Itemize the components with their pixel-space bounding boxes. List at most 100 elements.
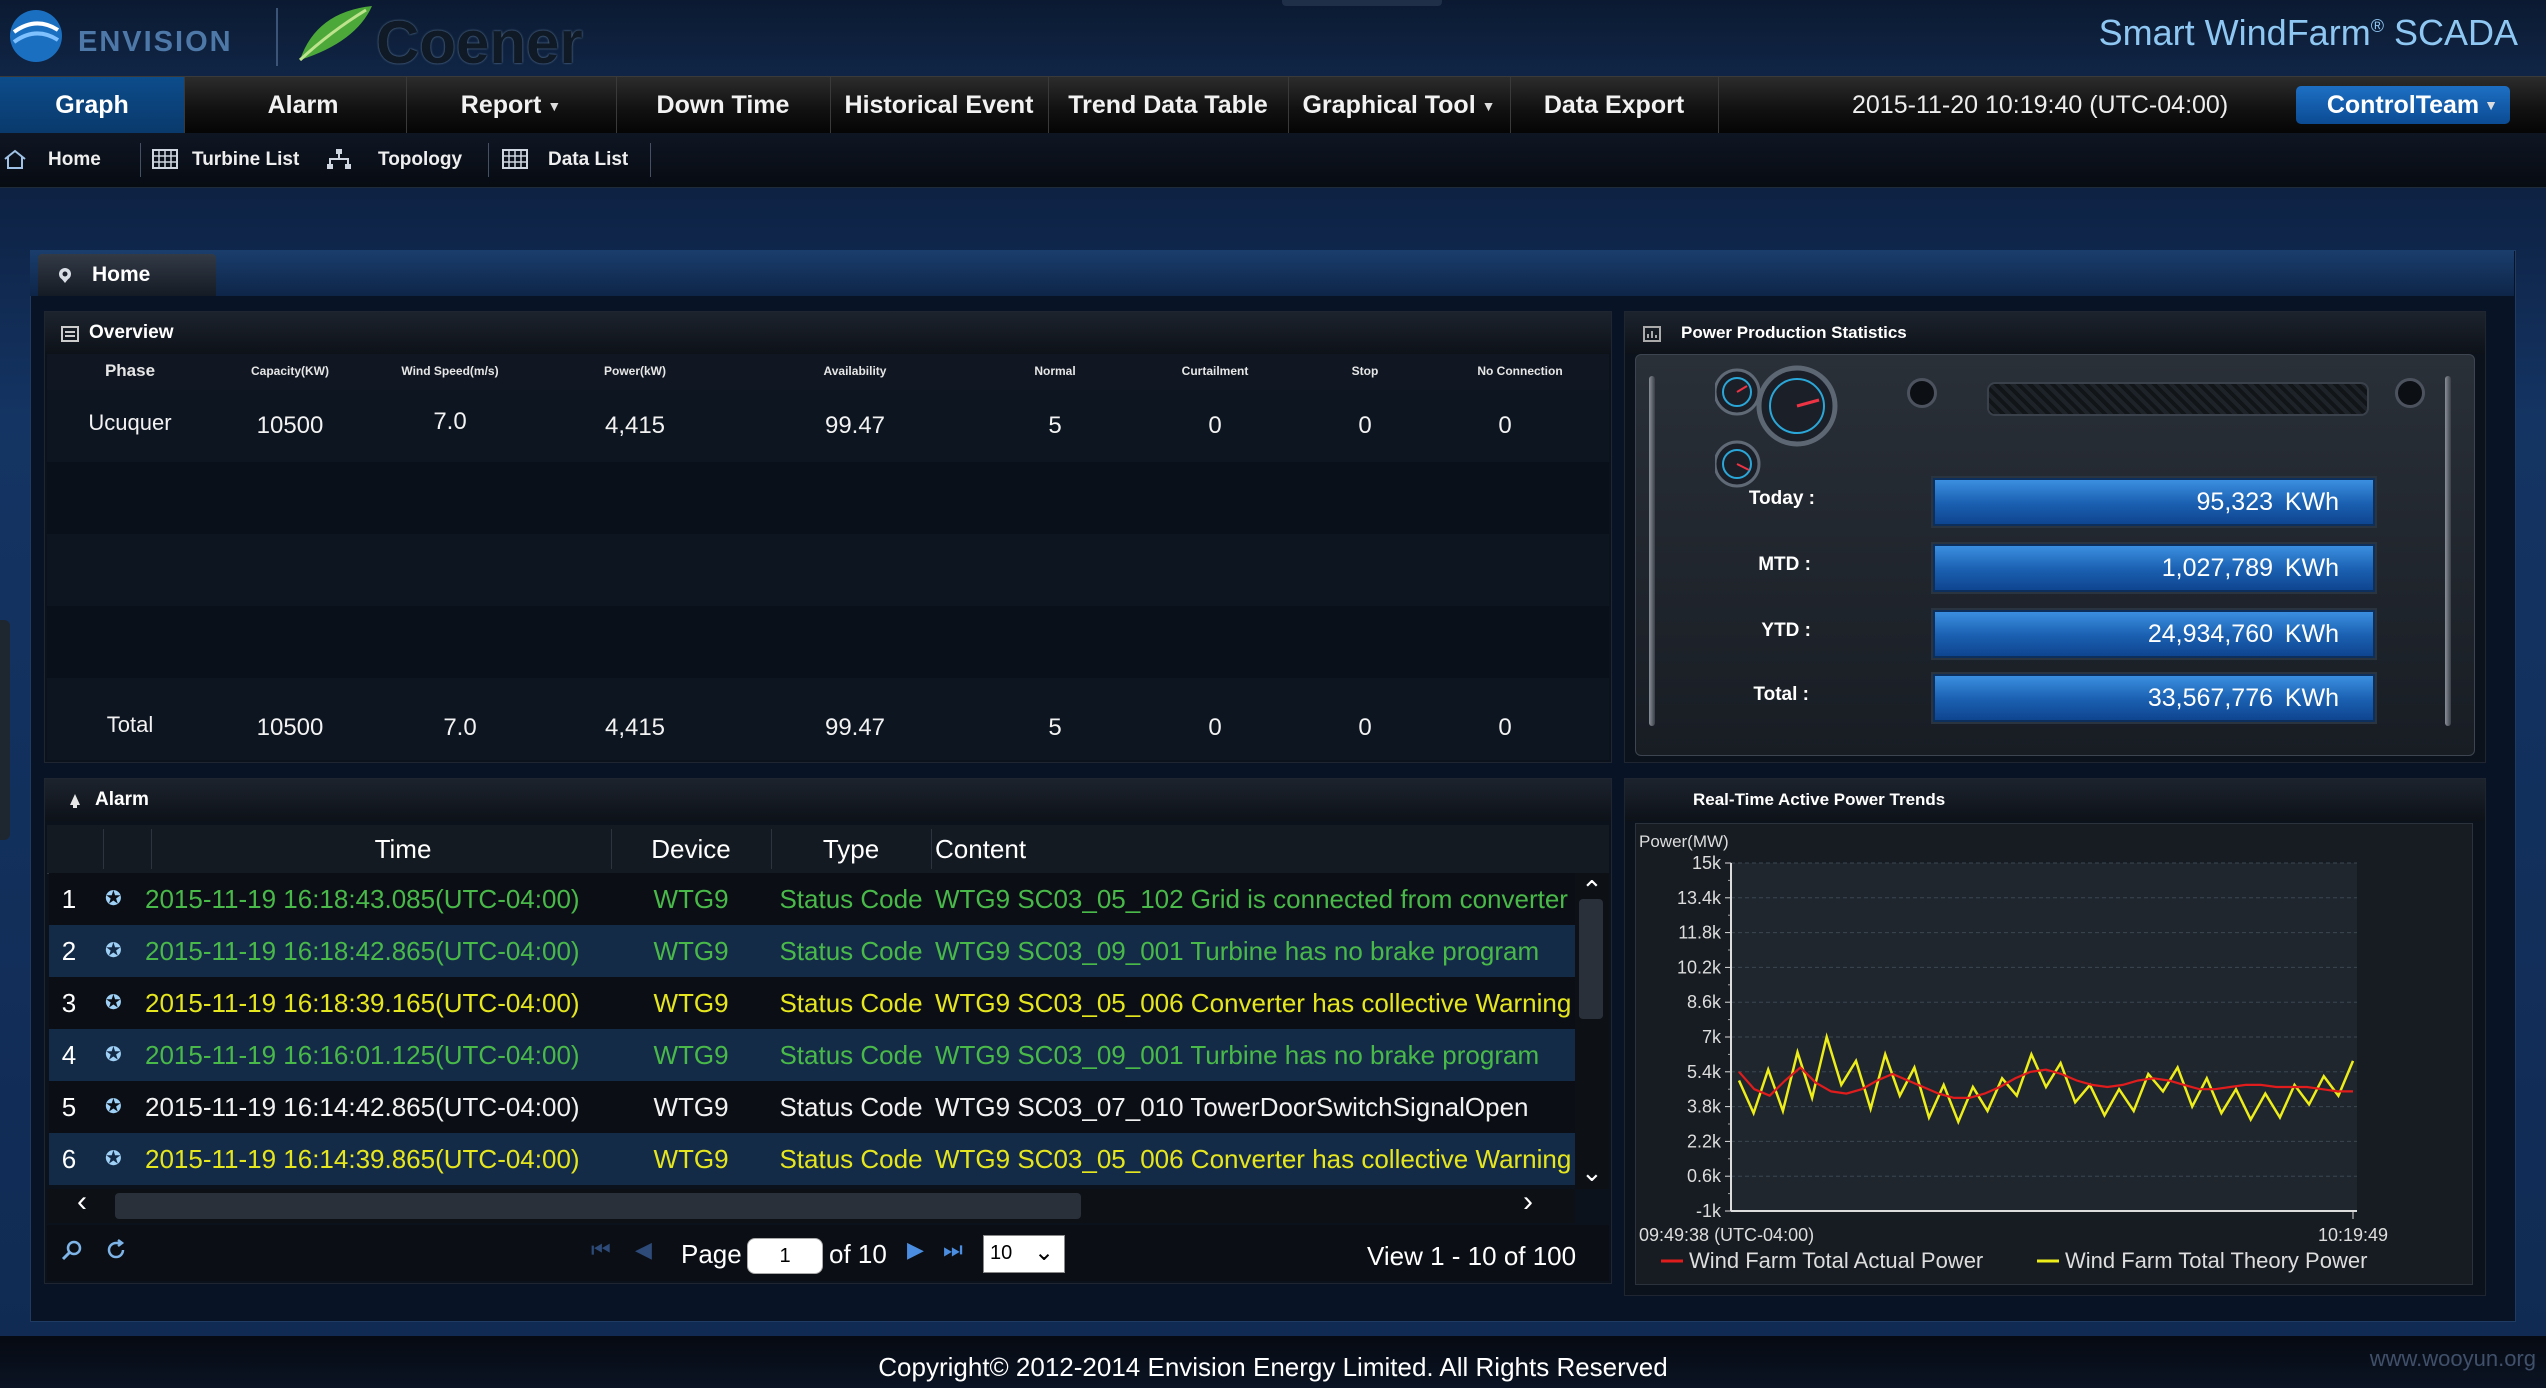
trend-chart: 15k 13.4k 11.8k 10.2k 8.6k 7k 5.4k 3.8k 2.2k 0.6k… xyxy=(1639,832,2388,1273)
subnav-turbine-list[interactable]: Turbine List xyxy=(192,133,299,187)
menu-graph[interactable]: Graph xyxy=(0,77,185,133)
subnav-home[interactable]: Home xyxy=(48,133,101,187)
alarm-device: WTG9 xyxy=(653,1040,729,1070)
alarm-status-icon: ✪ xyxy=(105,992,122,1014)
grid-icon xyxy=(152,149,178,169)
chevron-down-icon: ▼ xyxy=(2484,97,2498,113)
total-curtailment: 0 xyxy=(1208,714,1222,741)
today-bar: 95,323 KWh xyxy=(1933,478,2375,526)
y-tick-label: 5.4k xyxy=(1687,1062,1722,1082)
subnav-data-list[interactable]: Data List xyxy=(548,133,628,187)
main-menu: Graph Alarm Report ▼ Down Time Historical… xyxy=(0,76,2546,134)
scroll-down-icon[interactable]: ⌃ xyxy=(1581,1155,1603,1186)
table-icon xyxy=(502,149,528,169)
no-connection-value: 0 xyxy=(1498,412,1512,439)
alarm-device: WTG9 xyxy=(653,988,729,1018)
alarm-content: WTG9 SC03_09_001 Turbine has no brake pr… xyxy=(935,1040,1540,1070)
search-icon[interactable] xyxy=(61,1239,83,1261)
alarm-device: WTG9 xyxy=(653,936,729,966)
today-label: Today : xyxy=(1748,488,1815,509)
menu-trend-data-table[interactable]: Trend Data Table xyxy=(1048,77,1289,133)
side-panel-handle[interactable] xyxy=(0,620,10,840)
alarm-status-icon: ✪ xyxy=(105,1148,122,1170)
alarm-row[interactable]: ✪ 4 2015-11-19 16:16:01.125(UTC-04:00) WTG9… xyxy=(49,1029,1575,1081)
y-tick-label: 0.6k xyxy=(1687,1166,1722,1186)
copyright: Copyright© 2012-2014 Envision Energy Lim… xyxy=(878,1352,1668,1382)
y-tick-label: 7k xyxy=(1702,1027,1722,1047)
normal-value: 5 xyxy=(1048,412,1062,439)
menu-data-export[interactable]: Data Export xyxy=(1510,77,1719,133)
hscroll-thumb[interactable] xyxy=(115,1193,1081,1219)
page-size-select[interactable]: 10 ⌄ xyxy=(983,1235,1065,1273)
alarm-time: 2015-11-19 16:18:43.085(UTC-04:00) xyxy=(145,884,580,914)
power-production-title: Power Production Statistics xyxy=(1681,323,1907,342)
pin-icon xyxy=(59,268,71,283)
y-tick-label: 10.2k xyxy=(1677,957,1722,977)
total-unit: KWh xyxy=(2284,684,2339,712)
scroll-left-icon[interactable]: ‹ xyxy=(77,1185,87,1219)
x-end-label: 10:19:49 xyxy=(2318,1225,2388,1245)
total-bar: 33,567,776 KWh xyxy=(1933,674,2375,722)
page-size-value: 10 xyxy=(990,1242,1013,1264)
refresh-icon[interactable] xyxy=(105,1239,127,1261)
total-availability: 99.47 xyxy=(824,714,886,741)
menu-historical-event[interactable]: Historical Event xyxy=(830,77,1049,133)
x-start-label: 09:49:38 (UTC-04:00) xyxy=(1639,1225,1814,1245)
menu-down-time[interactable]: Down Time xyxy=(616,77,831,133)
total-no-connection: 0 xyxy=(1498,714,1512,741)
alarm-status-icon: ✪ xyxy=(105,1096,122,1118)
alarm-row[interactable]: ✪ 2 2015-11-19 16:18:42.865(UTC-04:00) WTG9… xyxy=(49,925,1575,977)
user-menu-button[interactable]: ControlTeam ▼ xyxy=(2296,86,2510,124)
scrollbar-thumb[interactable] xyxy=(1579,899,1603,1019)
total-wind-speed: 7.0 xyxy=(443,714,477,741)
chart-icon xyxy=(1643,326,1661,342)
alarm-time: 2015-11-19 16:14:39.865(UTC-04:00) xyxy=(145,1144,580,1174)
last-page-icon[interactable]: ⏭ xyxy=(943,1237,963,1263)
menu-graphical-tool[interactable]: Graphical Tool ▼ xyxy=(1288,77,1511,133)
scroll-up-icon[interactable]: ⌃ xyxy=(1581,875,1603,906)
next-page-icon[interactable]: ▶ xyxy=(907,1237,924,1263)
y-tick-label: 15k xyxy=(1692,853,1722,873)
total-normal: 5 xyxy=(1048,714,1062,741)
y-tick-label: 11.8k xyxy=(1678,923,1722,943)
bell-icon xyxy=(70,794,80,808)
list-icon xyxy=(61,326,79,342)
chevron-down-icon: ▼ xyxy=(1481,98,1496,115)
menu-alarm[interactable]: Alarm xyxy=(200,77,407,133)
y-tick-label: 3.8k xyxy=(1687,1097,1722,1117)
page-number-input[interactable] xyxy=(747,1238,823,1274)
phase-name: Ucuquer xyxy=(88,410,172,435)
col-content[interactable]: Content xyxy=(935,827,1335,871)
col-time[interactable]: Time xyxy=(151,827,655,871)
prev-page-icon[interactable]: ◀ xyxy=(635,1237,652,1263)
page-count: of 10 xyxy=(829,1239,887,1269)
mtd-value: 1,027,789 xyxy=(2161,554,2273,582)
alarm-row[interactable]: ✪ 6 2015-11-19 16:14:39.865(UTC-04:00) WTG9… xyxy=(49,1133,1575,1185)
top-handle[interactable] xyxy=(1282,0,1442,6)
curtailment-value: 0 xyxy=(1208,412,1222,439)
row-number: 4 xyxy=(61,1040,77,1070)
alarm-header xyxy=(45,779,1611,821)
y-tick-label: 2.2k xyxy=(1687,1131,1722,1151)
col-device[interactable]: Device xyxy=(611,827,771,871)
col-type[interactable]: Type xyxy=(771,827,931,871)
menu-report[interactable]: Report ▼ xyxy=(406,77,617,133)
alarm-row[interactable]: ✪ 5 2015-11-19 16:14:42.865(UTC-04:00) WTG9… xyxy=(49,1081,1575,1133)
page-label: Page xyxy=(681,1239,742,1269)
chevron-down-icon: ⌄ xyxy=(1034,1239,1055,1266)
ytd-label: YTD : xyxy=(1761,620,1811,641)
subnav-topology[interactable]: Topology xyxy=(378,133,462,187)
availability-value: 99.47 xyxy=(824,412,886,439)
alarm-row[interactable]: ✪ 3 2015-11-19 16:18:39.165(UTC-04:00) WTG9… xyxy=(49,977,1575,1029)
leaf-logo-icon xyxy=(298,6,372,62)
alarm-row[interactable]: ✪ 1 2015-11-19 16:18:43.085(UTC-04:00) WTG9… xyxy=(49,873,1575,925)
total-label: Total : xyxy=(1753,684,1809,705)
col-no-connection: No Connection xyxy=(1477,364,1563,378)
view-range: View 1 - 10 of 100 xyxy=(1367,1241,1577,1271)
envision-logo-icon xyxy=(10,10,62,62)
first-page-icon[interactable]: ⏮ xyxy=(591,1237,611,1263)
alarm-time: 2015-11-19 16:16:01.125(UTC-04:00) xyxy=(145,1040,580,1070)
knob-icon xyxy=(1907,378,1937,408)
alarm-type: Status Code xyxy=(779,1144,923,1174)
scroll-right-icon[interactable]: › xyxy=(1523,1185,1533,1219)
